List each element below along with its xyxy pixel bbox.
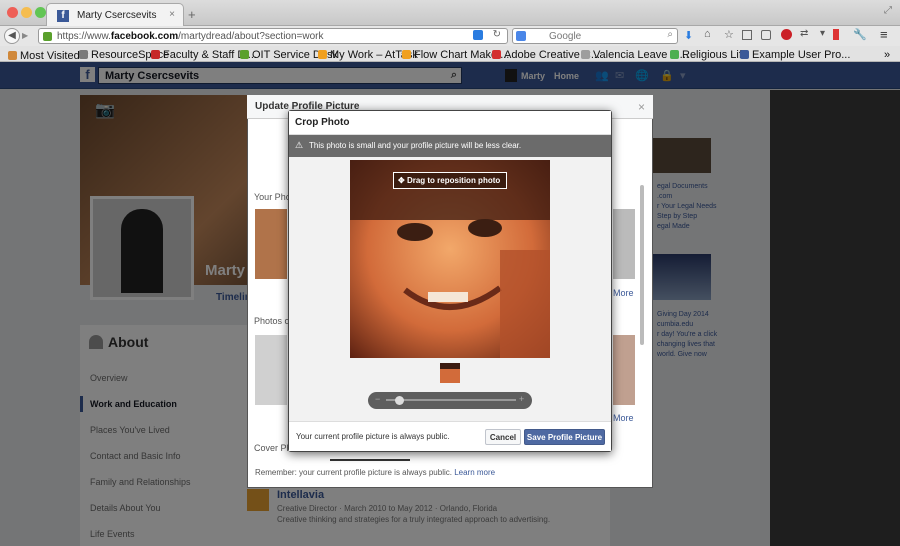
close-dialog-icon[interactable]: × bbox=[638, 100, 645, 114]
drag-label: Drag to reposition photo bbox=[406, 176, 501, 185]
fullscreen-icon[interactable]: ⤢ bbox=[884, 5, 892, 16]
home-icon[interactable]: ⌂ bbox=[704, 28, 711, 40]
bookmark-item[interactable]: Religious Life bbox=[670, 49, 748, 61]
pinterest-icon[interactable] bbox=[781, 29, 792, 40]
footer-text: Remember: your current profile picture i… bbox=[255, 468, 452, 477]
bookmark-item[interactable]: Most Visited ▾ bbox=[8, 49, 88, 62]
drag-reposition-button[interactable]: ✥ Drag to reposition photo bbox=[393, 172, 507, 189]
extension-icon[interactable]: ⇄ bbox=[800, 28, 808, 39]
most-visited-icon bbox=[8, 51, 17, 60]
dialog-footer: Remember: your current profile picture i… bbox=[247, 466, 653, 488]
more-bookmarks-icon[interactable]: » bbox=[884, 49, 890, 61]
adobe-icon bbox=[492, 50, 501, 59]
save-profile-picture-button[interactable]: Save Profile Picture bbox=[524, 429, 605, 445]
google-logo-icon[interactable] bbox=[516, 31, 526, 41]
bookmark-label: Most Visited bbox=[20, 50, 80, 62]
flowchart-icon bbox=[402, 50, 411, 59]
downloads-icon[interactable]: ⬇ bbox=[684, 29, 693, 42]
bookmark-item[interactable]: Example User Pro... bbox=[740, 49, 850, 61]
photo-thumbnail[interactable] bbox=[613, 335, 635, 405]
thumbnail-image bbox=[440, 363, 460, 383]
photos-of-label: Photos of bbox=[254, 316, 293, 326]
bookmarks-menu-icon[interactable] bbox=[742, 30, 752, 40]
url-path: /martydread/about?section=work bbox=[178, 31, 324, 42]
minimize-window-icon[interactable] bbox=[21, 7, 32, 18]
slider-knob[interactable] bbox=[395, 396, 404, 405]
resourcespace-icon bbox=[79, 50, 88, 59]
zoom-slider[interactable]: − + bbox=[368, 392, 532, 409]
crop-preview-thumbnail bbox=[440, 363, 460, 383]
tab-title: Marty Csercsevits bbox=[77, 10, 157, 21]
new-tab-icon[interactable]: + bbox=[188, 7, 196, 22]
faculty-icon bbox=[151, 50, 160, 59]
move-icon: ✥ bbox=[398, 176, 405, 185]
crop-dialog-header: Crop Photo bbox=[289, 111, 611, 135]
crop-title: Crop Photo bbox=[295, 117, 350, 128]
dialog-scrollbar[interactable] bbox=[640, 185, 644, 345]
back-arrow-icon[interactable]: ◀ bbox=[4, 28, 20, 44]
addon-icon[interactable] bbox=[833, 29, 839, 40]
warning-banner: ⚠ This photo is small and your profile p… bbox=[289, 135, 611, 157]
photo-thumbnail[interactable] bbox=[255, 209, 287, 279]
cover-photos-label: Cover Ph bbox=[254, 443, 292, 453]
menu-hamburger-icon[interactable]: ≡ bbox=[880, 27, 888, 42]
learn-more-link[interactable]: Learn more bbox=[454, 468, 495, 477]
url-prefix: https://www. bbox=[57, 31, 111, 42]
photo-image bbox=[350, 160, 550, 358]
bookmark-star-icon[interactable]: ☆ bbox=[724, 28, 734, 41]
slider-track bbox=[386, 399, 516, 401]
bookmark-label: Example User Pro... bbox=[752, 49, 851, 61]
tab-underline bbox=[330, 459, 410, 461]
zoom-in-icon[interactable]: + bbox=[519, 394, 524, 404]
warning-icon: ⚠ bbox=[295, 140, 304, 150]
browser-tab[interactable]: f Marty Csercsevits × bbox=[46, 3, 184, 27]
history-icon[interactable] bbox=[761, 30, 771, 40]
cancel-button[interactable]: Cancel bbox=[485, 429, 521, 445]
url-domain: facebook.com bbox=[110, 31, 179, 42]
valencia-icon bbox=[581, 50, 590, 59]
url-bar[interactable]: https://www.facebook.com/martydread/abou… bbox=[38, 28, 508, 44]
crop-photo[interactable] bbox=[350, 160, 550, 358]
secure-lock-icon bbox=[43, 32, 52, 41]
dropdown-icon[interactable]: ▾ bbox=[820, 28, 825, 39]
footer-note: Your current profile picture is always p… bbox=[296, 432, 450, 441]
more-photos-link[interactable]: More bbox=[613, 288, 634, 298]
close-window-icon[interactable] bbox=[7, 7, 18, 18]
close-tab-icon[interactable]: × bbox=[169, 9, 175, 20]
settings-wrench-icon[interactable]: 🔧 bbox=[853, 28, 867, 41]
example-user-icon bbox=[740, 50, 749, 59]
attask-icon bbox=[318, 50, 327, 59]
religious-life-icon bbox=[670, 50, 679, 59]
reload-icon[interactable]: ↻ bbox=[493, 29, 501, 40]
more-photos-link[interactable]: More bbox=[613, 413, 634, 423]
zoom-window-icon[interactable] bbox=[35, 7, 46, 18]
bookmark-label: Religious Life bbox=[682, 49, 749, 61]
facebook-favicon-icon: f bbox=[57, 10, 69, 22]
photo-thumbnail[interactable] bbox=[255, 335, 287, 405]
search-engine-box[interactable]: Google ⌕ bbox=[512, 28, 678, 44]
forward-arrow-icon[interactable]: ▶ bbox=[22, 31, 28, 40]
oit-icon bbox=[240, 50, 249, 59]
photo-thumbnail[interactable] bbox=[613, 209, 635, 279]
search-placeholder: Google bbox=[549, 31, 582, 42]
facebook-share-icon[interactable] bbox=[473, 30, 483, 40]
zoom-out-icon[interactable]: − bbox=[375, 394, 380, 404]
search-icon[interactable]: ⌕ bbox=[667, 29, 673, 40]
warning-text: This photo is small and your profile pic… bbox=[309, 141, 522, 150]
